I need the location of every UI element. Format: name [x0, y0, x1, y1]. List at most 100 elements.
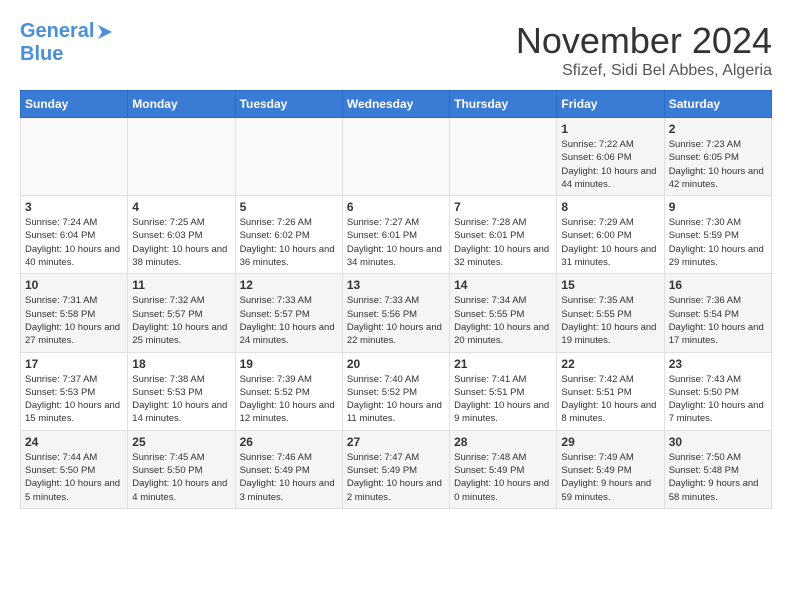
day-info: Sunrise: 7:26 AM Sunset: 6:02 PM Dayligh… — [240, 216, 338, 269]
calendar-cell: 11 Sunrise: 7:32 AM Sunset: 5:57 PM Dayli… — [128, 274, 235, 352]
calendar-cell — [21, 118, 128, 196]
day-number: 24 — [25, 435, 123, 449]
day-info: Sunrise: 7:37 AM Sunset: 5:53 PM Dayligh… — [25, 373, 123, 426]
logo: General Blue — [20, 20, 116, 66]
calendar-cell: 25 Sunrise: 7:45 AM Sunset: 5:50 PM Dayli… — [128, 430, 235, 508]
calendar-cell: 26Sunrise: 7:46 AM Sunset: 5:49 PM Dayli… — [235, 430, 342, 508]
day-info: Sunrise: 7:36 AM Sunset: 5:54 PM Dayligh… — [669, 294, 767, 347]
day-info: Sunrise: 7:22 AM Sunset: 6:06 PM Dayligh… — [561, 138, 659, 191]
calendar-cell: 15Sunrise: 7:35 AM Sunset: 5:55 PM Dayli… — [557, 274, 664, 352]
calendar-cell: 9Sunrise: 7:30 AM Sunset: 5:59 PM Daylig… — [664, 196, 771, 274]
calendar-cell: 14 Sunrise: 7:34 AM Sunset: 5:55 PM Dayli… — [450, 274, 557, 352]
calendar-cell: 23Sunrise: 7:43 AM Sunset: 5:50 PM Dayli… — [664, 352, 771, 430]
logo-text: General Blue — [20, 20, 116, 66]
title-block: November 2024 Sfizef, Sidi Bel Abbes, Al… — [516, 20, 772, 80]
day-info: Sunrise: 7:41 AM Sunset: 5:51 PM Dayligh… — [454, 373, 552, 426]
day-info: Sunrise: 7:43 AM Sunset: 5:50 PM Dayligh… — [669, 373, 767, 426]
header: General Blue November 2024 Sfizef, Sidi … — [20, 20, 772, 80]
day-info: Sunrise: 7:33 AM Sunset: 5:56 PM Dayligh… — [347, 294, 445, 347]
calendar-cell: 20 Sunrise: 7:40 AM Sunset: 5:52 PM Dayli… — [342, 352, 449, 430]
calendar-cell: 7 Sunrise: 7:28 AM Sunset: 6:01 PM Daylig… — [450, 196, 557, 274]
day-number: 28 — [454, 435, 552, 449]
calendar-cell: 22 Sunrise: 7:42 AM Sunset: 5:51 PM Dayli… — [557, 352, 664, 430]
day-number: 29 — [561, 435, 659, 449]
day-number: 30 — [669, 435, 767, 449]
day-number: 4 — [132, 200, 230, 214]
calendar-week-row: 3 Sunrise: 7:24 AM Sunset: 6:04 PM Daylig… — [21, 196, 772, 274]
day-number: 27 — [347, 435, 445, 449]
calendar-cell: 13 Sunrise: 7:33 AM Sunset: 5:56 PM Dayli… — [342, 274, 449, 352]
calendar-cell — [342, 118, 449, 196]
day-info: Sunrise: 7:28 AM Sunset: 6:01 PM Dayligh… — [454, 216, 552, 269]
day-info: Sunrise: 7:24 AM Sunset: 6:04 PM Dayligh… — [25, 216, 123, 269]
calendar-cell: 8 Sunrise: 7:29 AM Sunset: 6:00 PM Daylig… — [557, 196, 664, 274]
day-number: 13 — [347, 278, 445, 292]
calendar-cell: 5Sunrise: 7:26 AM Sunset: 6:02 PM Daylig… — [235, 196, 342, 274]
calendar-cell: 28 Sunrise: 7:48 AM Sunset: 5:49 PM Dayli… — [450, 430, 557, 508]
calendar-cell — [128, 118, 235, 196]
day-number: 15 — [561, 278, 659, 292]
day-info: Sunrise: 7:29 AM Sunset: 6:00 PM Dayligh… — [561, 216, 659, 269]
calendar-cell — [450, 118, 557, 196]
day-info: Sunrise: 7:31 AM Sunset: 5:58 PM Dayligh… — [25, 294, 123, 347]
day-number: 14 — [454, 278, 552, 292]
day-number: 1 — [561, 122, 659, 136]
day-number: 3 — [25, 200, 123, 214]
calendar-cell: 17 Sunrise: 7:37 AM Sunset: 5:53 PM Dayli… — [21, 352, 128, 430]
day-number: 22 — [561, 357, 659, 371]
day-number: 7 — [454, 200, 552, 214]
day-number: 10 — [25, 278, 123, 292]
calendar-cell: 12Sunrise: 7:33 AM Sunset: 5:57 PM Dayli… — [235, 274, 342, 352]
day-number: 20 — [347, 357, 445, 371]
weekday-header-monday: Monday — [128, 91, 235, 118]
day-info: Sunrise: 7:45 AM Sunset: 5:50 PM Dayligh… — [132, 451, 230, 504]
day-info: Sunrise: 7:23 AM Sunset: 6:05 PM Dayligh… — [669, 138, 767, 191]
calendar-cell — [235, 118, 342, 196]
day-info: Sunrise: 7:42 AM Sunset: 5:51 PM Dayligh… — [561, 373, 659, 426]
day-number: 8 — [561, 200, 659, 214]
day-number: 19 — [240, 357, 338, 371]
day-info: Sunrise: 7:38 AM Sunset: 5:53 PM Dayligh… — [132, 373, 230, 426]
calendar-cell: 30Sunrise: 7:50 AM Sunset: 5:48 PM Dayli… — [664, 430, 771, 508]
calendar-week-row: 24 Sunrise: 7:44 AM Sunset: 5:50 PM Dayli… — [21, 430, 772, 508]
day-number: 12 — [240, 278, 338, 292]
day-number: 21 — [454, 357, 552, 371]
day-info: Sunrise: 7:48 AM Sunset: 5:49 PM Dayligh… — [454, 451, 552, 504]
day-number: 11 — [132, 278, 230, 292]
day-info: Sunrise: 7:32 AM Sunset: 5:57 PM Dayligh… — [132, 294, 230, 347]
calendar-cell: 16 Sunrise: 7:36 AM Sunset: 5:54 PM Dayli… — [664, 274, 771, 352]
day-number: 16 — [669, 278, 767, 292]
calendar-header-row: SundayMondayTuesdayWednesdayThursdayFrid… — [21, 91, 772, 118]
day-info: Sunrise: 7:40 AM Sunset: 5:52 PM Dayligh… — [347, 373, 445, 426]
calendar-week-row: 10 Sunrise: 7:31 AM Sunset: 5:58 PM Dayli… — [21, 274, 772, 352]
calendar-cell: 2 Sunrise: 7:23 AM Sunset: 6:05 PM Daylig… — [664, 118, 771, 196]
day-info: Sunrise: 7:47 AM Sunset: 5:49 PM Dayligh… — [347, 451, 445, 504]
calendar-cell: 27 Sunrise: 7:47 AM Sunset: 5:49 PM Dayli… — [342, 430, 449, 508]
calendar-cell: 6Sunrise: 7:27 AM Sunset: 6:01 PM Daylig… — [342, 196, 449, 274]
calendar-cell: 10 Sunrise: 7:31 AM Sunset: 5:58 PM Dayli… — [21, 274, 128, 352]
day-number: 17 — [25, 357, 123, 371]
month-title: November 2024 — [516, 20, 772, 62]
calendar-cell: 18 Sunrise: 7:38 AM Sunset: 5:53 PM Dayli… — [128, 352, 235, 430]
calendar-table: SundayMondayTuesdayWednesdayThursdayFrid… — [20, 90, 772, 509]
calendar-cell: 3 Sunrise: 7:24 AM Sunset: 6:04 PM Daylig… — [21, 196, 128, 274]
weekday-header-sunday: Sunday — [21, 91, 128, 118]
day-number: 26 — [240, 435, 338, 449]
weekday-header-saturday: Saturday — [664, 91, 771, 118]
day-info: Sunrise: 7:44 AM Sunset: 5:50 PM Dayligh… — [25, 451, 123, 504]
day-number: 9 — [669, 200, 767, 214]
weekday-header-tuesday: Tuesday — [235, 91, 342, 118]
logo-arrow-icon — [94, 21, 116, 43]
page: General Blue November 2024 Sfizef, Sidi … — [0, 0, 792, 519]
calendar-cell: 19 Sunrise: 7:39 AM Sunset: 5:52 PM Dayli… — [235, 352, 342, 430]
day-info: Sunrise: 7:27 AM Sunset: 6:01 PM Dayligh… — [347, 216, 445, 269]
logo-blue: Blue — [20, 43, 63, 65]
calendar-cell: 29Sunrise: 7:49 AM Sunset: 5:49 PM Dayli… — [557, 430, 664, 508]
day-info: Sunrise: 7:39 AM Sunset: 5:52 PM Dayligh… — [240, 373, 338, 426]
day-info: Sunrise: 7:34 AM Sunset: 5:55 PM Dayligh… — [454, 294, 552, 347]
day-number: 18 — [132, 357, 230, 371]
day-number: 25 — [132, 435, 230, 449]
weekday-header-wednesday: Wednesday — [342, 91, 449, 118]
calendar-cell: 4Sunrise: 7:25 AM Sunset: 6:03 PM Daylig… — [128, 196, 235, 274]
day-number: 2 — [669, 122, 767, 136]
